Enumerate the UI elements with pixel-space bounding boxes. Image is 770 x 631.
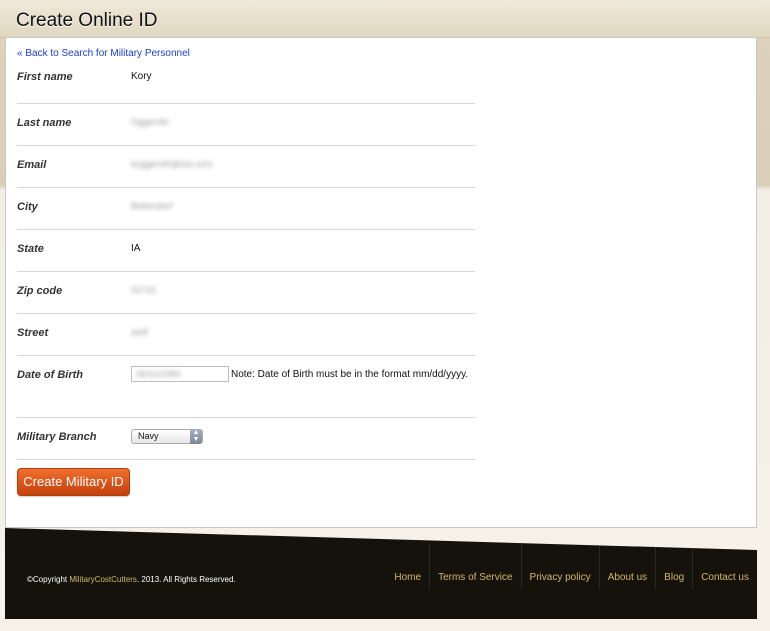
footer-link-terms[interactable]: Terms of Service <box>429 543 520 589</box>
last-name-row: Last name Oggeroth <box>17 104 475 146</box>
dob-label: Date of Birth <box>17 369 83 381</box>
footer-link-about[interactable]: About us <box>598 543 655 589</box>
street-row: Street asdf <box>17 314 475 356</box>
dob-input-value: 06/11/1984 <box>136 369 181 379</box>
copyright-brand[interactable]: MilitaryCostCutters <box>69 575 137 584</box>
zip-row: Zip code 52722 <box>17 272 475 314</box>
city-value: Bettendorf <box>131 201 173 211</box>
city-row: City Bettendorf <box>17 188 475 230</box>
select-arrows-icon: ▲ ▼ <box>190 429 202 444</box>
state-value: IA <box>131 243 141 254</box>
first-name-row: First name Kory <box>17 49 475 104</box>
footer: ©Copyright MilitaryCostCutters. 2013. Al… <box>5 528 757 619</box>
dob-input[interactable]: 06/11/1984 <box>131 366 229 382</box>
email-label: Email <box>17 159 47 171</box>
email-value: koggeroth@isis.com <box>131 159 213 169</box>
street-value: asdf <box>131 327 149 337</box>
state-row: State IA <box>17 230 475 272</box>
dob-format-note: Note: Date of Birth must be in the forma… <box>231 369 469 380</box>
copyright-prefix: ©Copyright <box>27 575 70 584</box>
create-military-id-button[interactable]: Create Military ID <box>17 468 130 496</box>
city-label: City <box>17 201 38 213</box>
header-band: Create Online ID <box>0 0 770 38</box>
branch-label: Military Branch <box>17 431 97 443</box>
last-name-value: Oggeroth <box>131 117 169 127</box>
last-name-label: Last name <box>17 117 72 129</box>
military-branch-selected: Navy <box>138 431 159 441</box>
footer-link-privacy[interactable]: Privacy policy <box>520 543 599 589</box>
footer-link-blog[interactable]: Blog <box>655 543 692 589</box>
state-label: State <box>17 243 44 255</box>
form-panel: « Back to Search for Military Personnel … <box>5 37 757 528</box>
street-label: Street <box>17 327 49 339</box>
zip-value: 52722 <box>131 285 157 295</box>
copyright: ©Copyright MilitaryCostCutters. 2013. Al… <box>27 575 236 584</box>
first-name-value: Kory <box>131 71 152 82</box>
email-row: Email koggeroth@isis.com <box>17 146 475 188</box>
military-branch-select[interactable]: Navy ▲ ▼ <box>131 429 203 444</box>
dob-row: Date of Birth 06/11/1984 Note: Date of B… <box>17 356 475 418</box>
zip-label: Zip code <box>17 285 63 297</box>
first-name-label: First name <box>17 71 73 83</box>
copyright-suffix: . 2013. All Rights Reserved. <box>136 575 236 584</box>
footer-link-home[interactable]: Home <box>386 543 429 589</box>
page-title: Create Online ID <box>16 10 158 31</box>
footer-nav: Home Terms of Service Privacy policy Abo… <box>386 543 757 589</box>
branch-row: Military Branch Navy ▲ ▼ <box>17 418 475 460</box>
footer-link-contact[interactable]: Contact us <box>692 543 757 589</box>
